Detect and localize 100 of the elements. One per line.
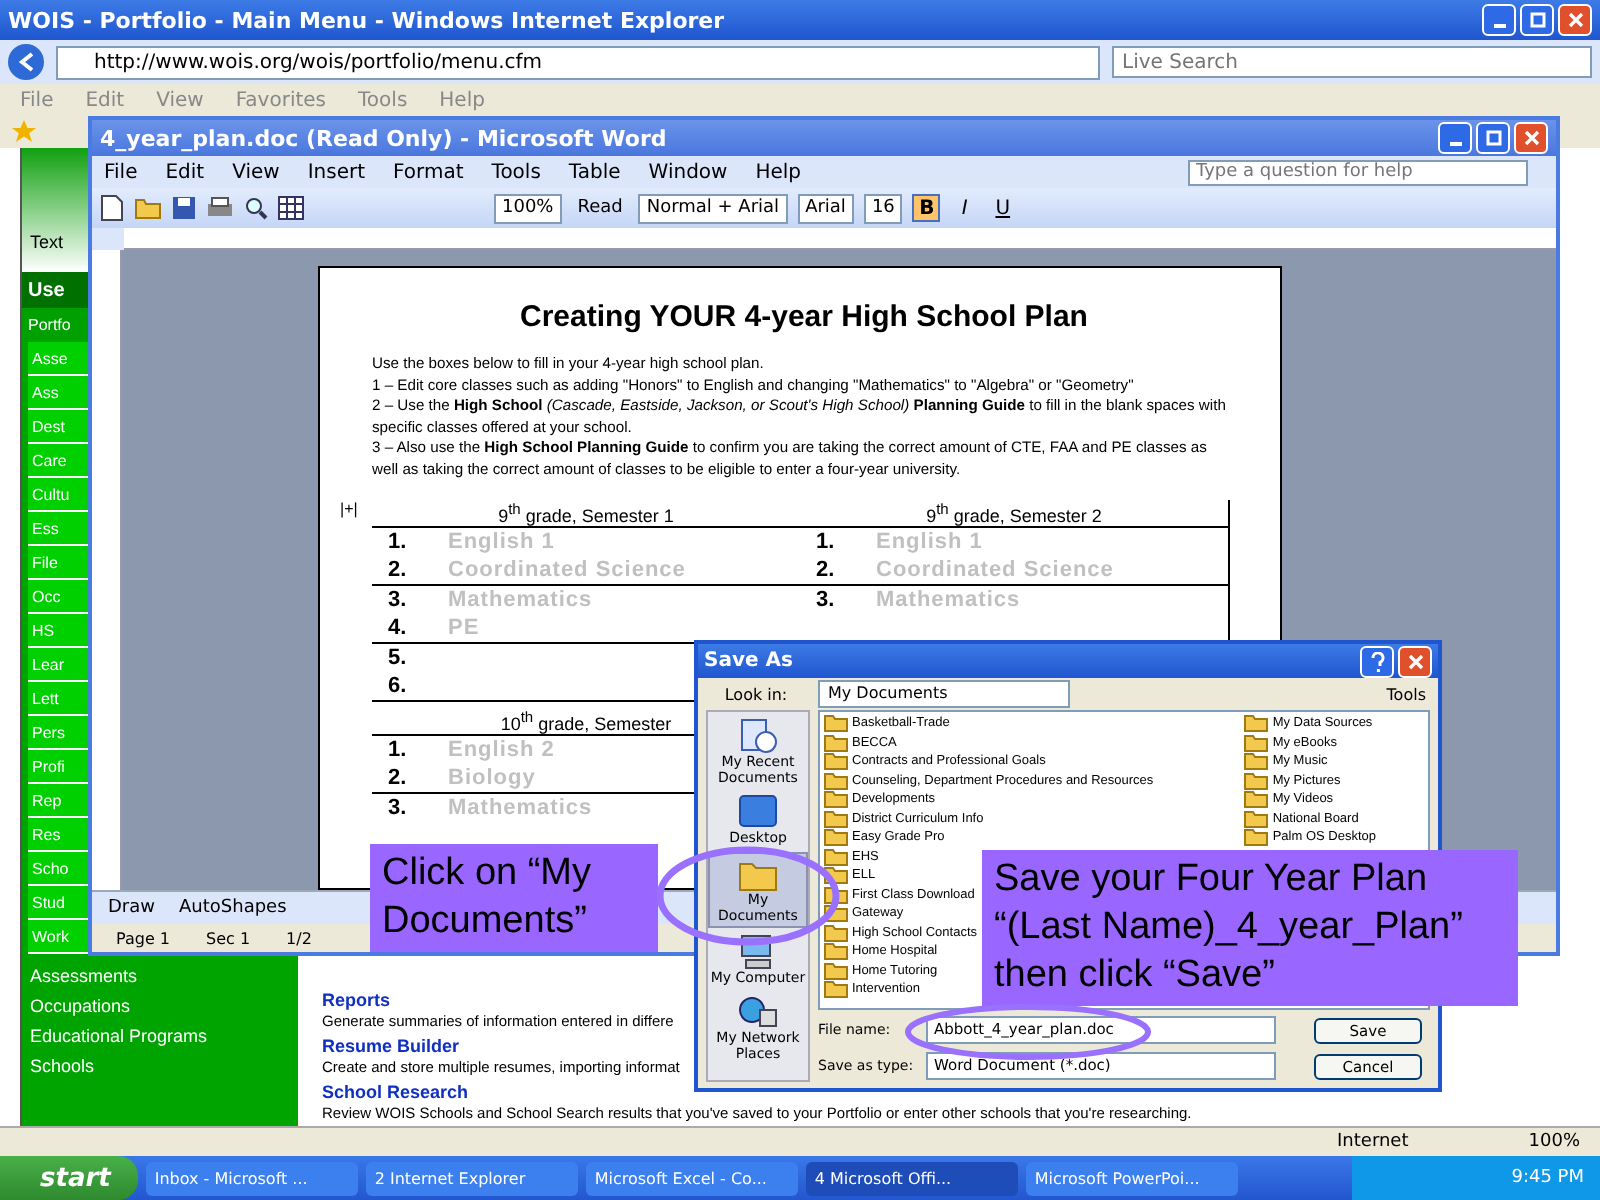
header-text: Text bbox=[30, 232, 64, 252]
folder-icon bbox=[824, 942, 848, 961]
folder-icon bbox=[824, 961, 848, 980]
row-number: 3. bbox=[388, 588, 409, 612]
back-button[interactable] bbox=[8, 44, 44, 80]
section-link[interactable]: Reports bbox=[322, 990, 391, 1012]
row-number: 2. bbox=[388, 558, 409, 582]
course-name: Mathematics bbox=[448, 588, 593, 612]
status-text: Sec 1 bbox=[206, 929, 251, 947]
globe-computer-icon bbox=[738, 994, 778, 1030]
menu-item[interactable]: Edit bbox=[165, 161, 205, 183]
table-icon[interactable] bbox=[278, 196, 304, 220]
help-button[interactable] bbox=[1360, 645, 1394, 678]
row-number: 2. bbox=[816, 558, 837, 582]
magnifier-icon[interactable] bbox=[244, 196, 268, 220]
folder-icon bbox=[1244, 714, 1269, 733]
format-button[interactable]: I bbox=[950, 194, 979, 222]
minimize-button[interactable] bbox=[1482, 4, 1516, 36]
taskbar-button[interactable]: Microsoft Excel - Co... bbox=[586, 1161, 799, 1195]
folder-icon bbox=[1244, 790, 1269, 809]
help-field[interactable]: Type a question for help bbox=[1188, 159, 1528, 185]
row-number: 6. bbox=[388, 674, 409, 698]
autoshapes-menu[interactable]: AutoShapes bbox=[179, 898, 287, 918]
look-in-label: Look in: bbox=[722, 685, 790, 704]
table-move-handle[interactable]: |+| bbox=[340, 500, 358, 518]
folder-icon bbox=[824, 752, 848, 771]
semester-heading: 9$^{th}$ grade, Semester 1 bbox=[372, 500, 800, 528]
semester-heading: 9$^{th}$ grade, Semester 2 bbox=[800, 500, 1228, 528]
row-number: 5. bbox=[388, 646, 409, 670]
status-text: Page 1 bbox=[116, 929, 170, 947]
folder-icon bbox=[1244, 809, 1269, 828]
row-number: 3. bbox=[388, 796, 409, 820]
folder-icon bbox=[824, 809, 848, 828]
sidebar-heading: Use bbox=[28, 279, 65, 301]
row-number: 1. bbox=[816, 530, 837, 554]
format-button[interactable]: U bbox=[988, 194, 1017, 222]
course-name: Coordinated Science bbox=[876, 558, 1114, 582]
taskbar-button[interactable]: 4 Microsoft Offi... bbox=[806, 1161, 1019, 1195]
close-icon bbox=[1567, 12, 1583, 28]
course-name: English 1 bbox=[448, 530, 555, 554]
printer-icon[interactable] bbox=[206, 196, 234, 220]
section-link[interactable]: Resume Builder bbox=[322, 1036, 460, 1058]
course-name: Biology bbox=[448, 766, 536, 790]
menu-item[interactable]: Format bbox=[393, 161, 464, 183]
row-number: 4. bbox=[388, 616, 409, 640]
callout-box: Save your Four Year Plan “(Last Name)_4_year_Plan” then click “Save” bbox=[982, 850, 1518, 1006]
zoom-label[interactable]: 100% bbox=[1528, 1132, 1580, 1152]
folder-icon[interactable] bbox=[134, 196, 162, 220]
row-number: 1. bbox=[388, 738, 409, 762]
folder-icon bbox=[1244, 733, 1269, 752]
menu-item[interactable]: Tools bbox=[491, 161, 541, 183]
zoom-dropdown[interactable]: 100% bbox=[494, 193, 562, 223]
font-dropdown[interactable]: Arial bbox=[797, 193, 854, 223]
taskbar-button[interactable]: 2 Internet Explorer bbox=[366, 1161, 579, 1195]
close-icon bbox=[1407, 653, 1423, 670]
course-name: English 2 bbox=[448, 738, 555, 762]
folder-icon bbox=[824, 828, 848, 847]
menu-item[interactable]: File bbox=[104, 161, 138, 183]
folder-icon bbox=[824, 980, 848, 999]
taskbar-button[interactable]: Inbox - Microsoft ... bbox=[146, 1161, 359, 1195]
folder-icon bbox=[824, 714, 848, 733]
read-button[interactable]: Read bbox=[571, 198, 629, 218]
course-name: English 1 bbox=[876, 530, 983, 554]
row-number: 1. bbox=[388, 530, 409, 554]
close-icon bbox=[1523, 130, 1539, 146]
course-name: PE bbox=[448, 616, 480, 640]
maximize-button[interactable] bbox=[1476, 122, 1510, 154]
font-size-dropdown[interactable]: 16 bbox=[863, 193, 903, 223]
maximize-icon bbox=[1485, 130, 1501, 146]
menu-item[interactable]: Help bbox=[755, 161, 802, 183]
draw-menu[interactable]: Draw bbox=[108, 898, 156, 918]
course-name: Mathematics bbox=[448, 796, 593, 820]
minimize-button[interactable] bbox=[1438, 122, 1472, 154]
menu-item[interactable]: Insert bbox=[307, 161, 366, 183]
menu-item[interactable]: Table bbox=[568, 161, 621, 183]
maximize-button[interactable] bbox=[1520, 4, 1554, 36]
course-name: Coordinated Science bbox=[448, 558, 686, 582]
address-field[interactable]: http://www.wois.org/wois/portfolio/menu.cfm bbox=[56, 45, 1100, 79]
question-mark-icon bbox=[1369, 651, 1385, 672]
format-button[interactable]: B bbox=[912, 194, 941, 222]
document-icon[interactable] bbox=[100, 194, 124, 222]
menu-item[interactable]: Window bbox=[648, 161, 728, 183]
star-icon[interactable] bbox=[12, 120, 36, 144]
folder-icon bbox=[824, 847, 848, 866]
close-button[interactable] bbox=[1514, 122, 1548, 154]
taskbar-button[interactable]: Microsoft PowerPoi... bbox=[1026, 1161, 1239, 1195]
folder-icon bbox=[824, 790, 848, 809]
folder-icon bbox=[824, 733, 848, 752]
style-dropdown[interactable]: Normal + Arial bbox=[638, 193, 788, 223]
search-field[interactable]: Live Search bbox=[1112, 46, 1592, 78]
desktop-icon bbox=[738, 794, 778, 830]
look-in-dropdown[interactable]: My Documents bbox=[818, 680, 1070, 709]
menu-item[interactable]: View bbox=[232, 161, 280, 183]
row-number: 2. bbox=[388, 766, 409, 790]
maximize-icon bbox=[1529, 12, 1545, 28]
section-link[interactable]: School Research bbox=[322, 1082, 469, 1104]
course-name: Mathematics bbox=[876, 588, 1021, 612]
close-button[interactable] bbox=[1398, 645, 1432, 678]
tools-menu[interactable]: Tools bbox=[1386, 685, 1426, 704]
close-button[interactable] bbox=[1558, 4, 1592, 36]
